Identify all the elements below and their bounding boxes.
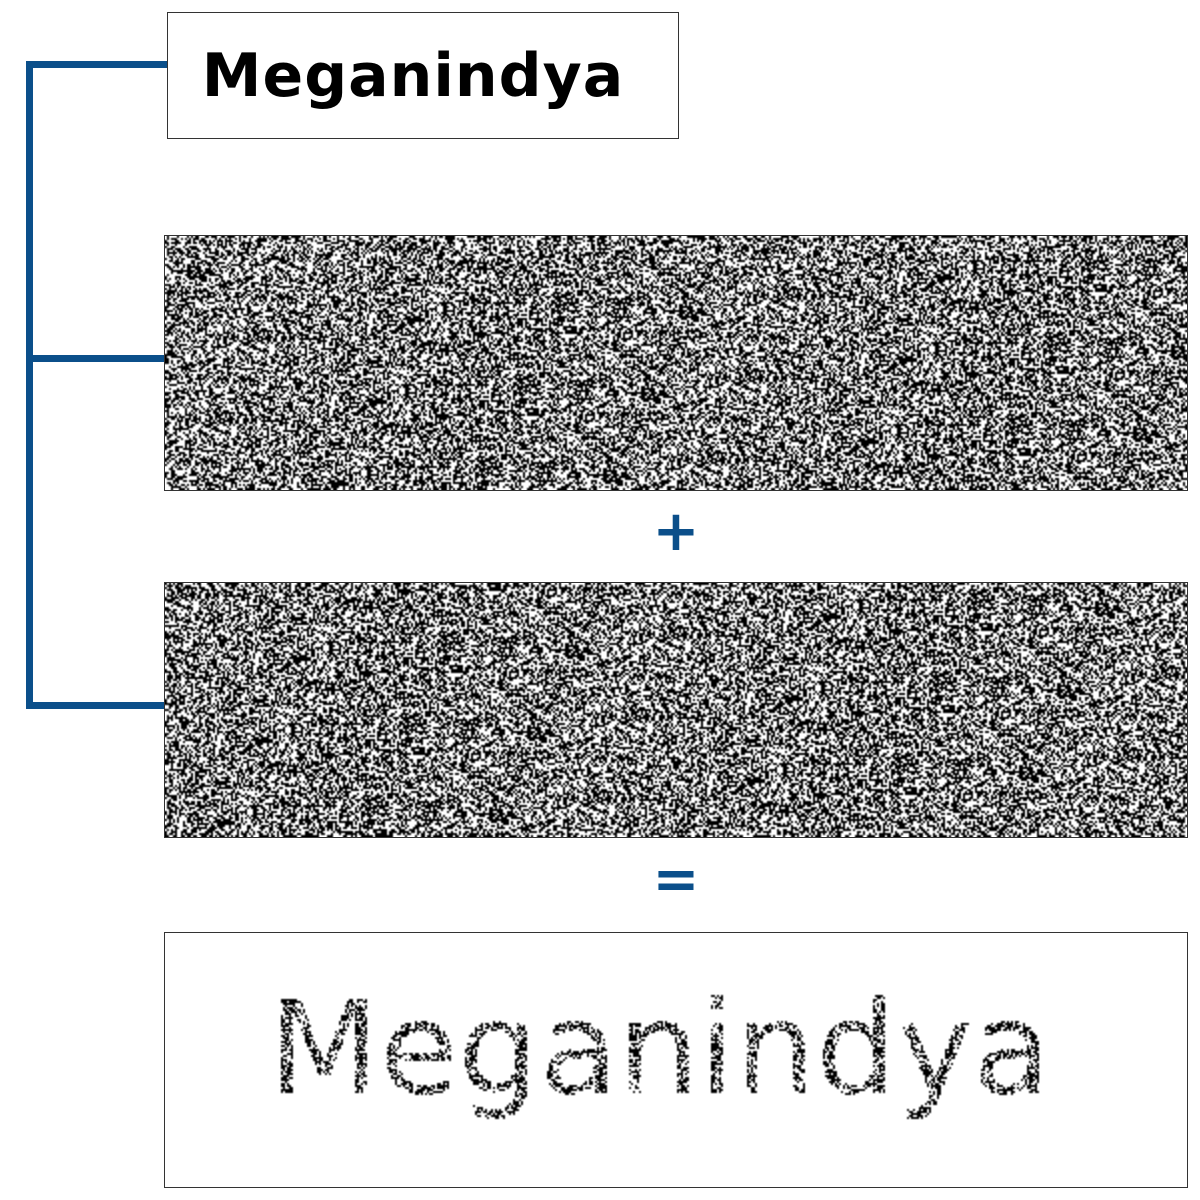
share-1-noise-canvas [165, 236, 1187, 490]
result-revealed-text-canvas [165, 933, 1187, 1187]
connector-to-share-2 [26, 702, 164, 709]
share-2-noise-canvas [165, 583, 1187, 837]
equals-operator: = [652, 847, 700, 912]
result-panel [164, 932, 1188, 1188]
secret-text: Meganindya [201, 40, 625, 111]
plus-operator: + [652, 499, 700, 564]
connector-to-share-1 [26, 355, 164, 362]
share-2-noise-panel [164, 582, 1188, 838]
connector-vertical [26, 61, 33, 709]
share-1-noise-panel [164, 235, 1188, 491]
connector-to-secret [26, 61, 167, 68]
secret-image-box: Meganindya [167, 12, 679, 139]
